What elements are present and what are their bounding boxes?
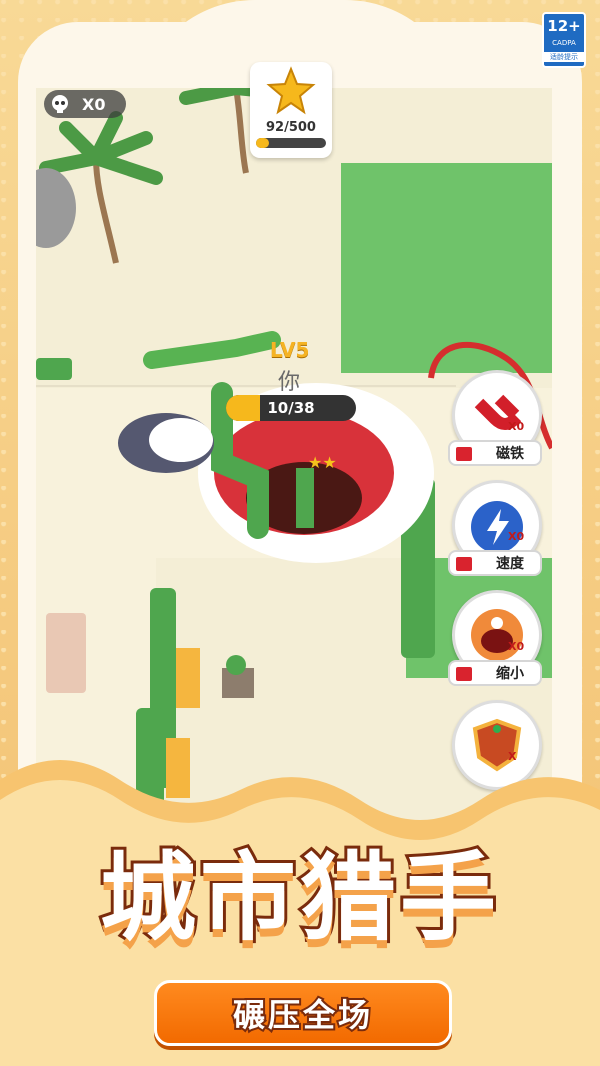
player-progress-bar: 10/38 (226, 395, 356, 421)
star-progress-bar (256, 138, 326, 148)
star-progress-card: 92/500 (250, 62, 332, 158)
grass-block (341, 163, 552, 373)
star-icon (266, 66, 316, 115)
age-rating-badge: 12+ CADPA 适龄提示 (542, 12, 586, 68)
powerup-speed[interactable]: X0 速度 (448, 480, 548, 590)
player-progress-label: 10/38 (267, 399, 315, 417)
age-rating-number: 12+ (547, 17, 581, 35)
age-rating-tip: 适龄提示 (544, 52, 584, 62)
kill-count: X0 (82, 94, 106, 114)
powerup-magnet[interactable]: X0 磁铁 (448, 370, 548, 480)
video-ad-icon (456, 447, 472, 461)
player-name: 你 (278, 370, 301, 395)
video-ad-icon (456, 557, 472, 571)
powerup-magnet-label: 磁铁 (496, 446, 524, 462)
kill-counter: X0 (44, 90, 126, 118)
powerup-magnet-count: X0 (508, 420, 525, 433)
powerup-magnet-button[interactable]: 磁铁 (448, 440, 542, 466)
powerup-shrink[interactable]: X0 缩小 (448, 590, 548, 700)
svg-text:★★: ★★ (308, 453, 337, 472)
subtitle-ribbon: 碾压全场 (154, 980, 452, 1046)
skull-icon (52, 95, 68, 113)
powerup-speed-count: X0 (508, 530, 525, 543)
player-level: LV5 (270, 338, 310, 362)
powerup-shrink-label: 缩小 (496, 666, 524, 682)
bench (46, 613, 86, 693)
powerup-shrink-button[interactable]: 缩小 (448, 660, 542, 686)
game-title: 城市猎手 (97, 839, 500, 957)
star-progress-label: 92/500 (266, 120, 316, 135)
powerup-speed-label: 速度 (496, 556, 524, 572)
game-subtitle: 碾压全场 (231, 994, 373, 1036)
powerup-speed-button[interactable]: 速度 (448, 550, 542, 576)
age-rating-org: CADPA (552, 39, 576, 47)
powerup-shrink-count: X0 (508, 640, 525, 653)
video-ad-icon (456, 667, 472, 681)
hedge (36, 358, 72, 380)
